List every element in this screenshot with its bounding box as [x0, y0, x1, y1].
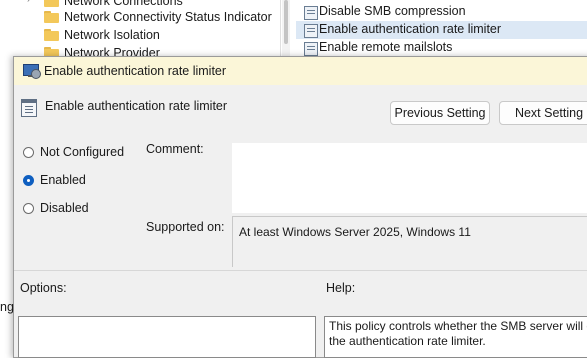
setting-name: Enable authentication rate limiter — [45, 99, 228, 113]
policy-row-selected[interactable]: Enable authentication rate limiter — [296, 21, 587, 39]
next-setting-button[interactable]: Next Setting — [499, 101, 587, 125]
policy-setting-icon — [304, 42, 318, 56]
tree-item[interactable]: Network Connectivity Status Indicator — [0, 9, 280, 27]
comment-textarea[interactable] — [232, 143, 587, 213]
section-divider — [14, 270, 587, 271]
policy-row[interactable]: Disable SMB compression — [296, 3, 587, 21]
dialog-title: Enable authentication rate limiter — [44, 64, 227, 78]
radio-circle-selected[interactable] — [23, 175, 34, 186]
dialog-title-bar[interactable]: Enable authentication rate limiter — [14, 57, 587, 85]
radio-label: Enabled — [40, 173, 86, 187]
radio-label: Disabled — [40, 201, 89, 215]
radio-circle[interactable] — [23, 147, 34, 158]
policy-setting-dialog: Enable authentication rate limiter Enabl… — [13, 56, 587, 358]
policy-row-label: Enable remote mailslots — [319, 40, 453, 54]
tree-item-label: Network Connections — [64, 0, 183, 8]
policy-setting-icon — [304, 24, 318, 38]
policy-row-label: Disable SMB compression — [319, 4, 466, 18]
tree-item[interactable]: Network Isolation — [0, 27, 280, 45]
group-policy-icon — [23, 64, 41, 79]
help-text: This policy controls whether the SMB ser… — [329, 319, 587, 348]
tree-scrollbar-thumb[interactable] — [284, 0, 288, 44]
policy-setting-icon — [304, 6, 318, 20]
options-pane[interactable] — [18, 316, 316, 358]
previous-setting-button[interactable]: Previous Setting — [390, 101, 490, 125]
pane-divider[interactable] — [280, 0, 281, 60]
help-pane[interactable]: This policy controls whether the SMB ser… — [324, 316, 587, 358]
options-label: Options: — [20, 281, 67, 295]
background-text-fragment: ng — [0, 300, 14, 314]
tree-item-label: Network Isolation — [64, 28, 160, 42]
policy-setting-icon — [21, 99, 37, 117]
help-label: Help: — [326, 281, 356, 295]
supported-on-value: At least Windows Server 2025, Windows 11 — [239, 225, 471, 239]
supported-on-label: Supported on: — [146, 220, 225, 234]
radio-circle[interactable] — [23, 203, 34, 214]
chevron-right-icon[interactable]: › — [27, 0, 30, 5]
folder-icon — [44, 0, 59, 7]
folder-icon — [44, 11, 59, 23]
policy-row[interactable]: Enable remote mailslots — [296, 39, 587, 57]
supported-on-box: At least Windows Server 2025, Windows 11 — [232, 216, 587, 267]
comment-label: Comment: — [146, 142, 204, 156]
tree-item-label: Network Connectivity Status Indicator — [64, 10, 272, 24]
policy-row-label: Enable authentication rate limiter — [319, 22, 502, 36]
radio-label: Not Configured — [40, 145, 125, 159]
folder-icon — [44, 29, 59, 41]
